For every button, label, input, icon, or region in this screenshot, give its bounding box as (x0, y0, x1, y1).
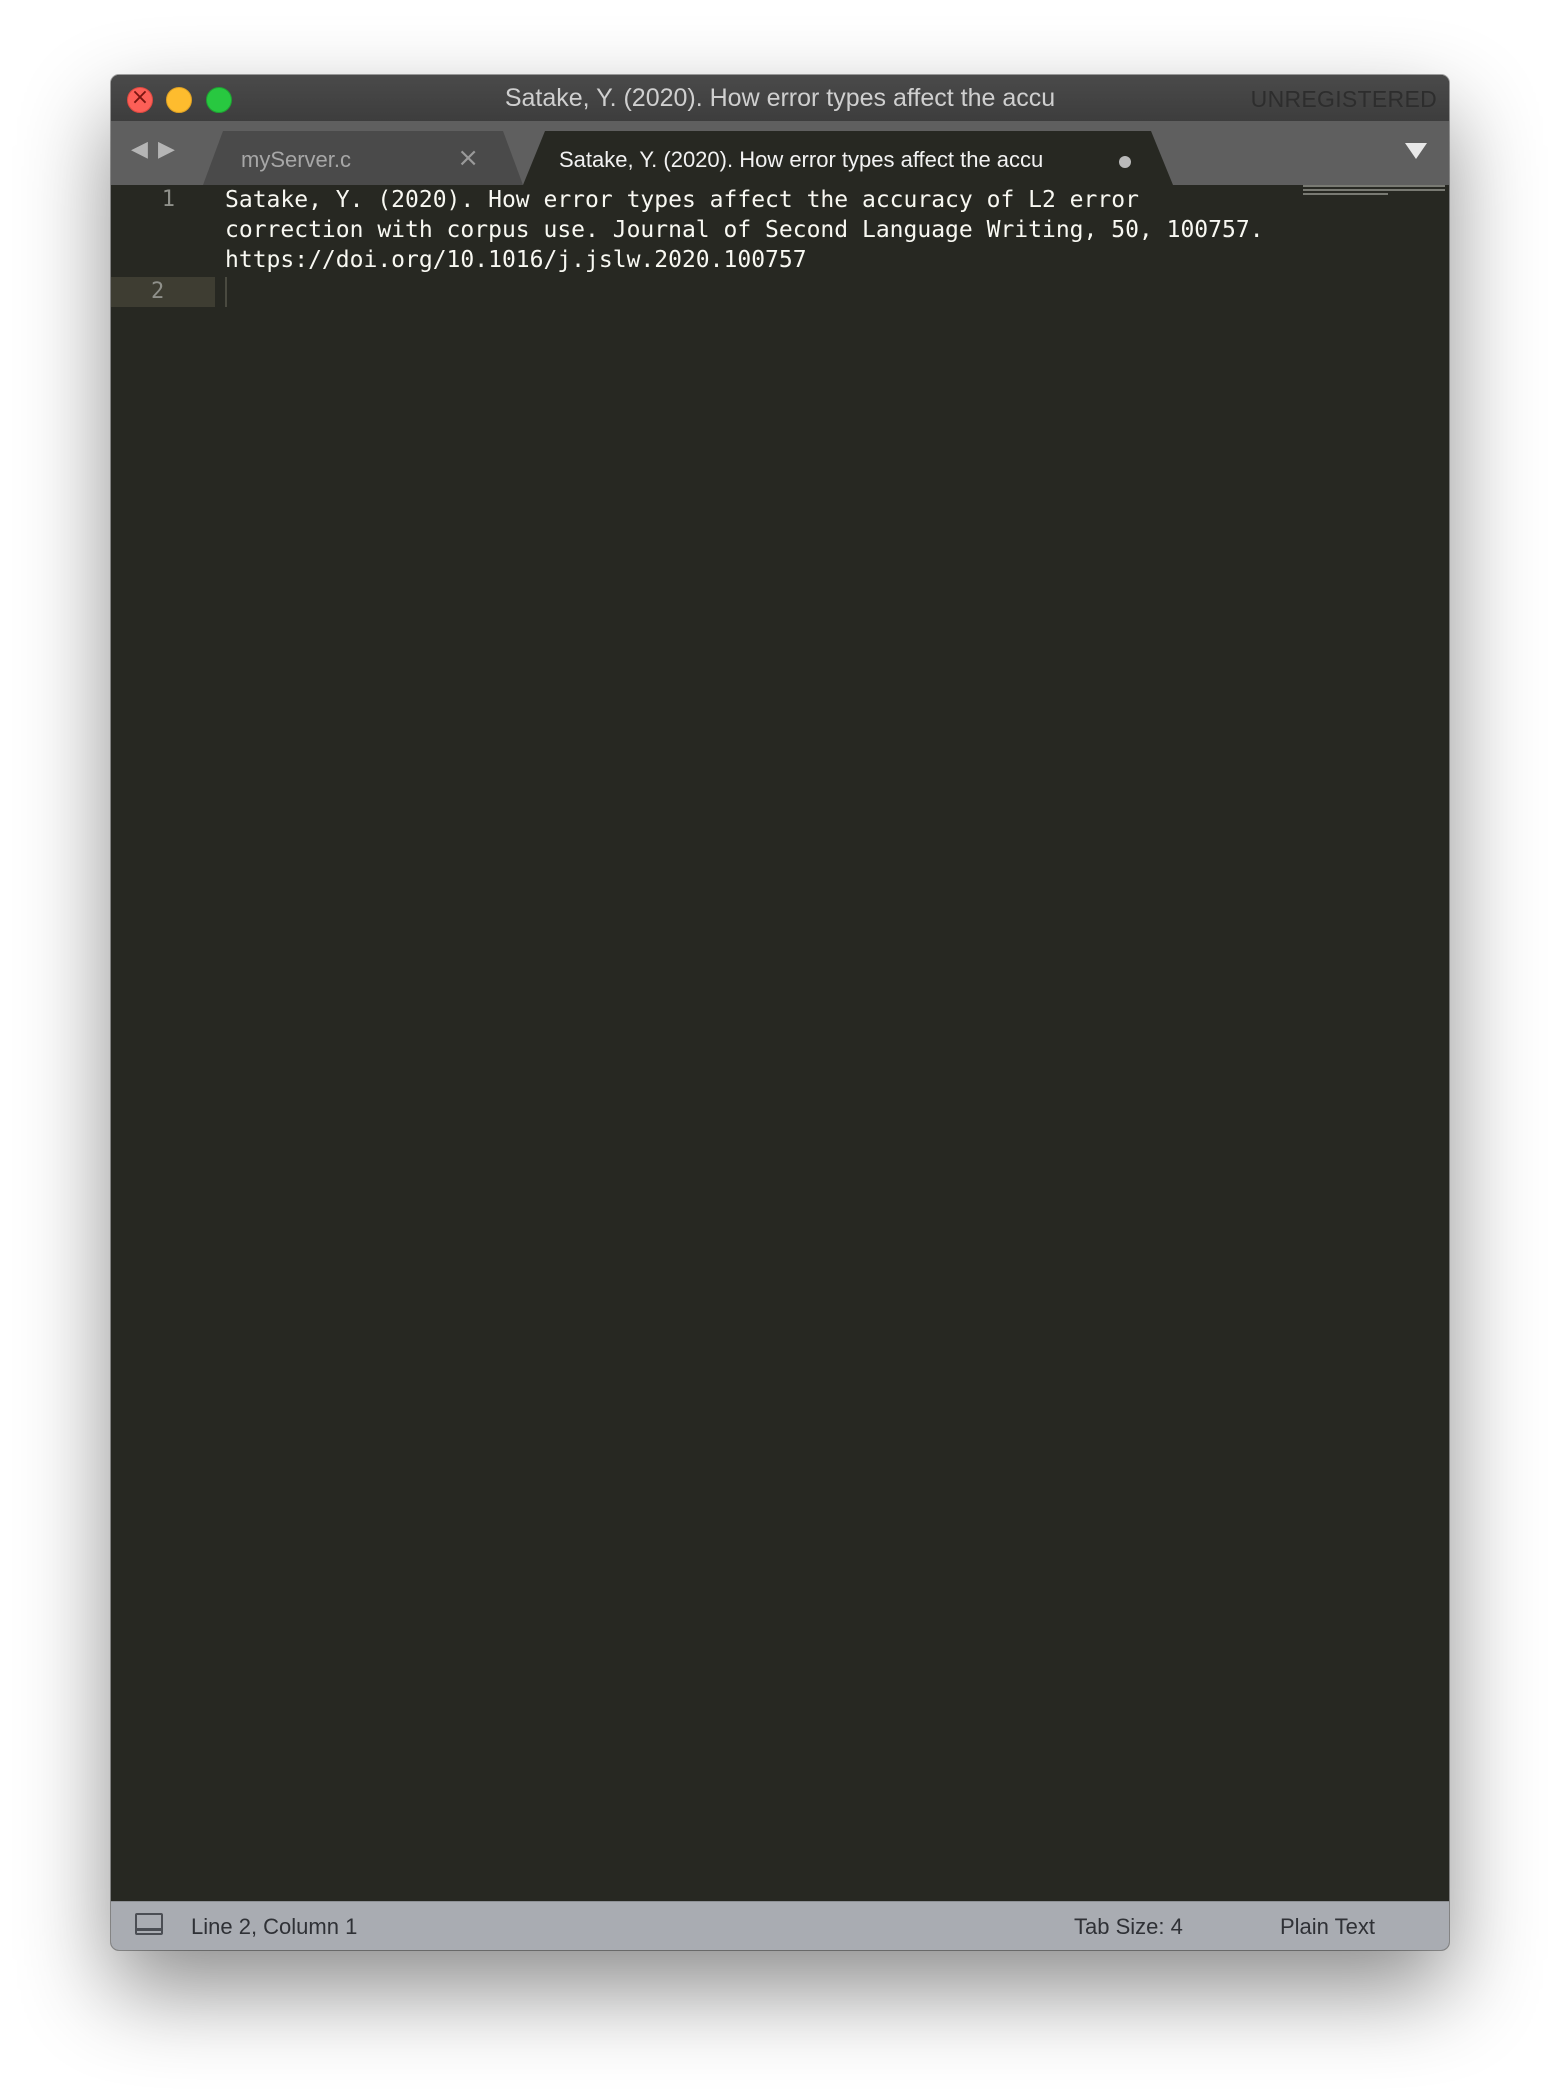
minimap-line (1303, 185, 1445, 187)
tab-label: myServer.c (241, 147, 352, 172)
minimap-line (1303, 193, 1389, 195)
unsaved-dot-icon[interactable] (1119, 156, 1131, 168)
tab-back-icon[interactable]: ◀ (131, 137, 148, 162)
status-bar: Line 2, Column 1 Tab Size: 4 Plain Text (111, 1901, 1449, 1950)
tab-bar: ◀ ▶ myServer.c × Satake, Y. (2020). How … (111, 121, 1449, 185)
code-line: correction with corpus use. Journal of S… (225, 217, 1264, 243)
text-editor-area[interactable]: 1 2 Satake, Y. (2020). How error types a… (111, 185, 1449, 1902)
code-line: Satake, Y. (2020). How error types affec… (225, 187, 1139, 213)
title-bar: Satake, Y. (2020). How error types affec… (111, 75, 1449, 122)
text-cursor (225, 277, 227, 307)
minimap-line (1303, 189, 1445, 191)
line-number-gutter: 1 2 (111, 185, 215, 1902)
syntax-selector[interactable]: Plain Text (1280, 1914, 1375, 1940)
code-text[interactable]: Satake, Y. (2020). How error types affec… (225, 185, 1264, 305)
panel-toggle-icon[interactable] (135, 1913, 163, 1935)
tab-satake-citation[interactable]: Satake, Y. (2020). How error types affec… (523, 131, 1173, 185)
license-status-label: UNREGISTERED (1250, 86, 1437, 112)
line-number-current: 2 (111, 277, 215, 307)
window-title: Satake, Y. (2020). How error types affec… (504, 84, 1056, 112)
line-number: 1 (161, 187, 175, 212)
editor-window: Satake, Y. (2020). How error types affec… (111, 75, 1449, 1950)
code-line: https://doi.org/10.1016/j.jslw.2020.1007… (225, 247, 807, 273)
tab-close-icon[interactable]: × (457, 143, 479, 173)
tab-list-dropdown-icon[interactable] (1405, 143, 1427, 159)
minimap[interactable] (1303, 185, 1445, 199)
tab-label: Satake, Y. (2020). How error types affec… (559, 147, 1044, 172)
tab-myserver-c[interactable]: myServer.c × (203, 131, 523, 185)
cursor-position[interactable]: Line 2, Column 1 (191, 1914, 357, 1940)
tab-forward-icon[interactable]: ▶ (158, 137, 175, 162)
tab-size-selector[interactable]: Tab Size: 4 (1074, 1914, 1183, 1940)
